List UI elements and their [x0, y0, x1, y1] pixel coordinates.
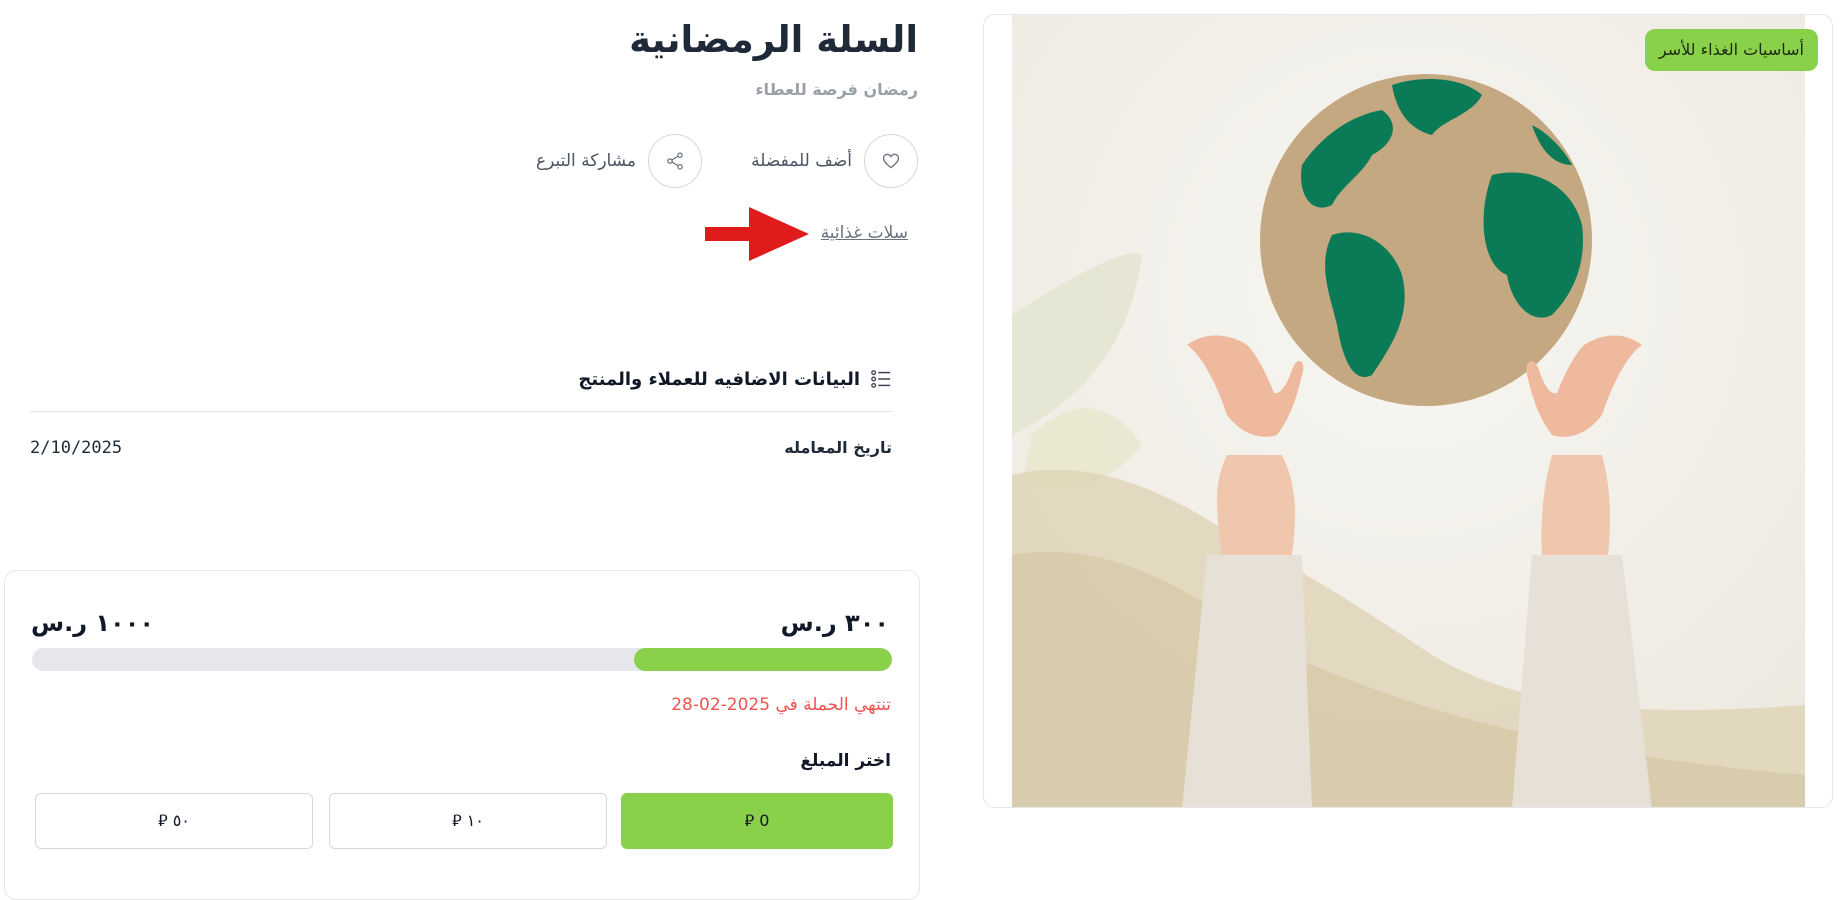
- favorite-label: أضف للمفضلة: [751, 151, 852, 171]
- amount-option-50[interactable]: ٥٠ ⃁: [35, 793, 313, 849]
- add-to-favorites-button[interactable]: أضف للمفضلة: [751, 134, 918, 188]
- hands-globe-illustration: [1012, 15, 1805, 807]
- donation-card: ٣٠٠ ر.س ١٠٠٠ ر.س تنتهي الحملة في 2025-02…: [4, 570, 920, 900]
- extra-info-title: البيانات الاضافيه للعملاء والمنتج: [578, 368, 860, 390]
- product-image: [1012, 15, 1805, 807]
- choose-amount-label: اختر المبلغ: [800, 751, 891, 771]
- amount-option-10[interactable]: ١٠ ⃁: [329, 793, 607, 849]
- amount-option-0[interactable]: 0 ⃁: [621, 793, 893, 849]
- product-image-card: أساسيات الغذاء للأسر: [983, 14, 1833, 808]
- category-badge: أساسيات الغذاء للأسر: [1644, 29, 1818, 71]
- heart-icon: [882, 153, 900, 169]
- list-icon: [871, 370, 891, 388]
- share-label: مشاركة التبرع: [536, 151, 636, 171]
- campaign-end-date: تنتهي الحملة في 2025-02-28: [671, 695, 891, 715]
- progress-bar: [32, 648, 892, 671]
- category-link[interactable]: سلات غذائية: [821, 223, 908, 243]
- divider: [30, 411, 892, 412]
- raised-amount: ٣٠٠ ر.س: [780, 609, 889, 637]
- favorite-circle[interactable]: [864, 134, 918, 188]
- transaction-date-value: 2/10/2025: [30, 438, 123, 458]
- goal-amount: ١٠٠٠ ر.س: [31, 609, 154, 637]
- page-subtitle: رمضان فرصة للعطاء: [755, 80, 918, 99]
- red-arrow: [705, 207, 809, 261]
- share-circle[interactable]: [648, 134, 702, 188]
- progress-fill: [634, 648, 892, 671]
- transaction-date-label: تاريخ المعامله: [784, 438, 892, 457]
- share-icon: [667, 152, 683, 170]
- share-donation-button[interactable]: مشاركة التبرع: [536, 134, 702, 188]
- page-title: السلة الرمضانية: [629, 18, 918, 61]
- extra-info-header: البيانات الاضافيه للعملاء والمنتج: [578, 368, 892, 390]
